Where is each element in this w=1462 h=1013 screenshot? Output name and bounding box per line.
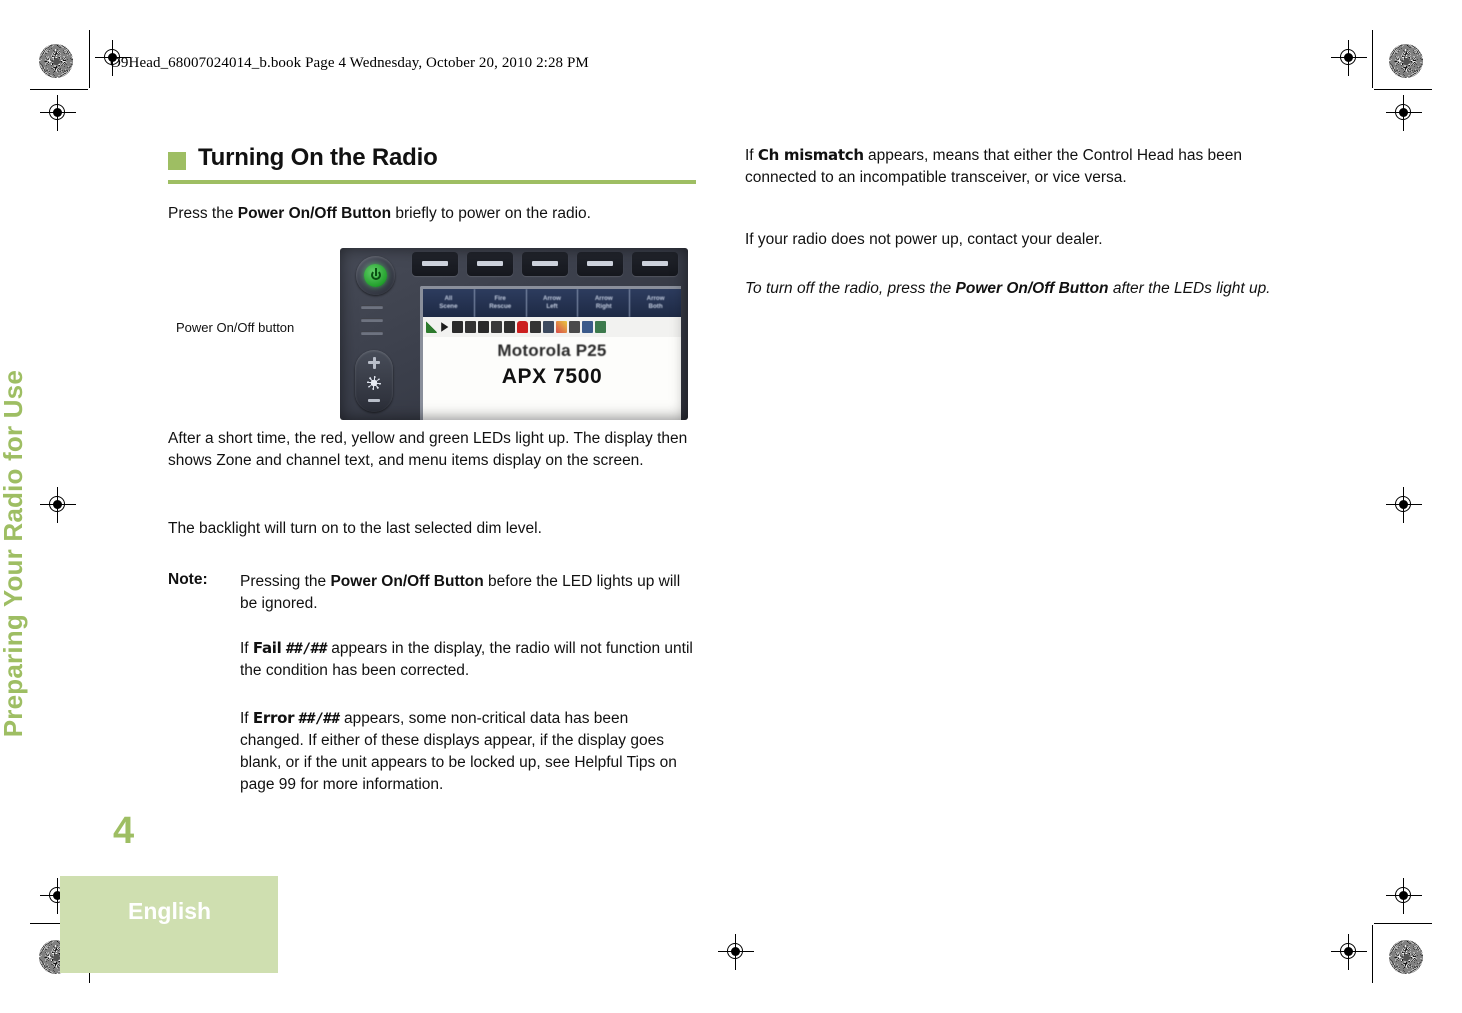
radio-top-key-4 <box>577 252 623 276</box>
fail-display-code: ##/## <box>285 641 328 657</box>
display-status-icon-bar <box>423 317 681 337</box>
paragraph-fail-code: If Fail ##/## appears in the display, th… <box>240 637 696 682</box>
language-block: English <box>60 876 278 973</box>
monitor-icon <box>504 321 515 333</box>
intro-text-before: Press the <box>168 205 238 222</box>
note-paragraph: Pressing the Power On/Off Button before … <box>240 571 696 615</box>
crop-line-right-bottom <box>1372 925 1374 983</box>
brightness-sun-icon <box>367 376 381 390</box>
note-label: Note: <box>168 571 208 588</box>
mismatch-display-word: Ch mismatch <box>757 146 864 164</box>
starburst-mark-top-left <box>39 44 73 78</box>
led-indicator-yellow <box>361 318 383 322</box>
radio-top-key-2 <box>467 252 513 276</box>
display-softkey-2: Fire Rescue <box>475 289 527 317</box>
radio-control-head-image: All Scene Fire Rescue Arrow Left Arrow Right… <box>340 248 688 420</box>
registration-mark-right-upper <box>1386 95 1422 131</box>
crop-line-top-left <box>30 89 88 91</box>
error-display-code: ##/## <box>298 711 340 727</box>
crop-line-bottom-right <box>1374 923 1432 925</box>
starburst-mark-top-right <box>1389 44 1423 78</box>
registration-mark-right-middle <box>1386 487 1422 523</box>
power-on-off-button[interactable] <box>356 256 395 295</box>
crop-line-right-top <box>1372 30 1374 88</box>
paragraph-backlight: The backlight will turn on to the last s… <box>168 520 542 537</box>
signal-strength-icon <box>426 321 437 333</box>
intro-text-bold: Power On/Off Button <box>237 205 392 222</box>
secure-icon <box>595 321 606 333</box>
registration-mark-top-right <box>1331 40 1367 76</box>
crop-line-left-top <box>89 30 91 88</box>
play-arrow-icon <box>441 322 449 332</box>
fail-display-word: Fail <box>252 639 282 657</box>
registration-mark-bottom-right <box>1331 934 1367 970</box>
crop-line-top-right <box>1374 89 1432 91</box>
intro-text-after: briefly to power on the radio. <box>391 205 591 222</box>
led-indicator-red <box>361 305 383 309</box>
direct-mode-icon <box>478 321 489 333</box>
note-text-before: Pressing the <box>240 573 331 590</box>
low-power-icon <box>530 321 541 333</box>
emergency-icon <box>517 321 528 333</box>
paragraph-error-code: If Error ##/## appears, some non-critica… <box>240 707 696 796</box>
radio-top-key-1 <box>412 252 458 276</box>
mismatch-text-before: If <box>745 147 758 164</box>
fail-text-before: If <box>240 640 253 657</box>
bluetooth-icon <box>582 321 593 333</box>
turnoff-text-bold: Power On/Off Button <box>955 280 1109 297</box>
radio-display-screen: All Scene Fire Rescue Arrow Left Arrow Right… <box>420 286 681 420</box>
registration-mark-bottom-center <box>718 934 754 970</box>
registration-mark-left-upper <box>40 95 76 131</box>
talkaround-icon <box>491 321 502 333</box>
radio-figure: Power On/Off button All Scene Fire Rescu… <box>168 248 696 420</box>
scan-icon <box>452 321 463 333</box>
turnoff-text-after: after the LEDs light up. <box>1108 280 1271 297</box>
registration-mark-left-middle <box>40 487 76 523</box>
display-softkey-5: Arrow Both <box>646 295 665 310</box>
display-softkey-4: Arrow Right <box>578 289 631 317</box>
heading-rule <box>168 180 696 184</box>
paragraph-turn-off: To turn off the radio, press the Power O… <box>745 278 1275 300</box>
plus-icon <box>368 356 380 369</box>
turnoff-text-before: To turn off the radio, press the <box>745 280 956 297</box>
display-softkey-bar: All Scene Fire Rescue Arrow Left Arrow Right… <box>423 289 681 317</box>
radio-top-key-5 <box>632 252 678 276</box>
paragraph-leds: After a short time, the red, yellow and … <box>168 430 688 469</box>
callout-label-power-button: Power On/Off button <box>176 320 295 335</box>
paragraph-ch-mismatch: If Ch mismatch appears, means that eithe… <box>745 144 1275 189</box>
led-indicator-green <box>361 331 383 335</box>
page-title: Turning On the Radio <box>198 144 438 171</box>
language-label: English <box>128 898 212 924</box>
priority-icon <box>465 321 476 333</box>
radio-top-key-3 <box>522 252 568 276</box>
error-text-before: If <box>240 710 253 727</box>
registration-mark-right-lower <box>1386 878 1422 914</box>
note-text-bold: Power On/Off Button <box>330 573 484 590</box>
minus-icon <box>368 399 380 402</box>
book-slug-line: O9Head_68007024014_b.book Page 4 Wednesd… <box>110 55 589 71</box>
battery-icon <box>543 321 554 333</box>
running-head-vertical: Preparing Your Radio for Use <box>0 370 28 738</box>
display-softkey-3: Arrow Left <box>527 289 579 317</box>
starburst-mark-bottom-right <box>1389 940 1423 974</box>
display-channel-text: APX 7500 <box>501 365 603 388</box>
brightness-rocker[interactable] <box>355 350 393 412</box>
manual-page: O9Head_68007024014_b.book Page 4 Wednesd… <box>0 0 1462 1013</box>
power-icon <box>364 264 387 287</box>
intro-paragraph: Press the Power On/Off Button briefly to… <box>168 203 696 225</box>
display-softkey-1: All Scene <box>423 289 475 317</box>
message-icon <box>556 321 567 333</box>
error-display-word: Error <box>252 709 295 727</box>
radio-top-softkey-row <box>412 252 682 280</box>
display-zone-text: Motorola P25 <box>497 341 607 360</box>
page-number: 4 <box>113 810 135 852</box>
gps-icon <box>569 321 580 333</box>
paragraph-contact-dealer: If your radio does not power up, contact… <box>745 231 1103 248</box>
